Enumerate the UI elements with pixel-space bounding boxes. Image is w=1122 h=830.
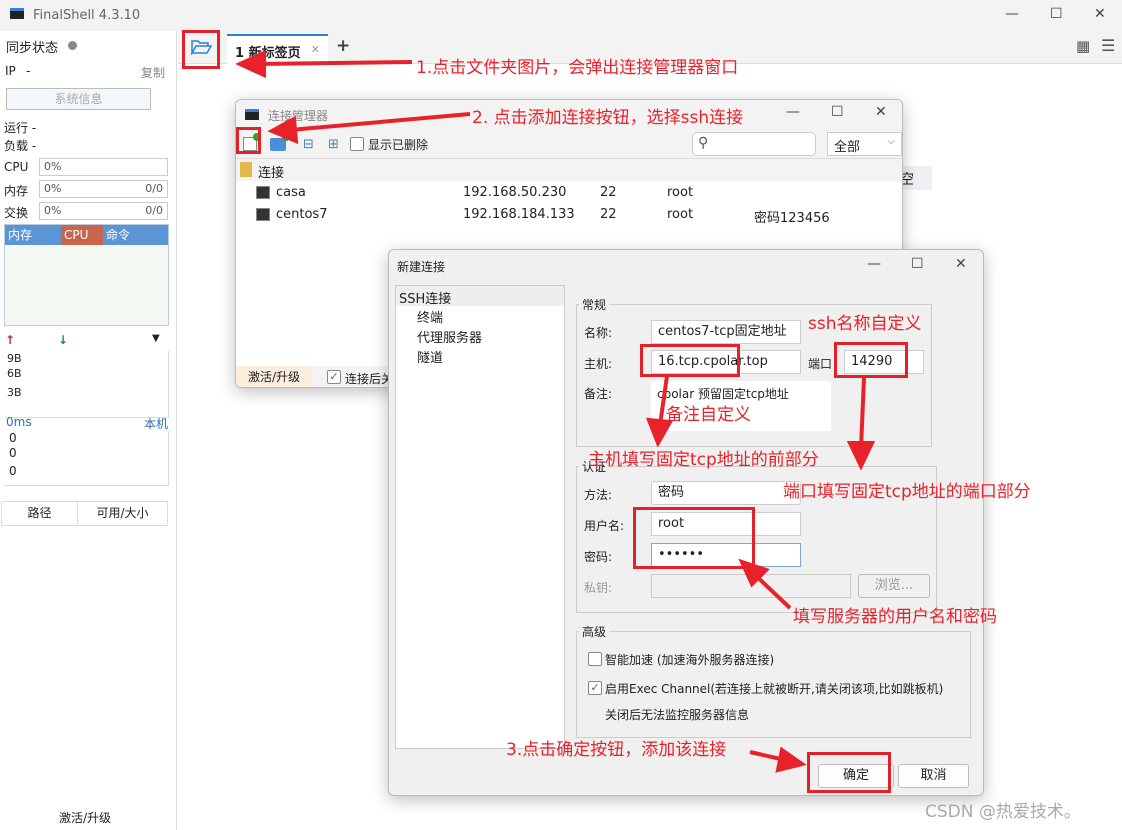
annotation-host: 主机填写固定tcp地址的前部分 [588, 450, 819, 470]
annotation-name: ssh名称自定义 [808, 314, 922, 334]
annotation-credentials: 填写服务器的用户名和密码 [793, 607, 997, 627]
arrow-port [859, 377, 866, 449]
annotation-port: 端口填写固定tcp地址的端口部分 [783, 482, 1031, 502]
annotation-note: 备注自定义 [666, 405, 751, 425]
watermark: CSDN @热爱技术。 [925, 802, 1081, 822]
arrow-2 [289, 112, 471, 132]
annotation-step2: 2. 点击添加连接按钮，选择ssh连接 [472, 108, 744, 128]
annotation-step3: 3.点击确定按钮，添加该连接 [506, 740, 727, 760]
arrow-1 [257, 60, 413, 66]
annotation-step1: 1.点击文件夹图片，会弹出连接管理器窗口 [416, 58, 739, 78]
